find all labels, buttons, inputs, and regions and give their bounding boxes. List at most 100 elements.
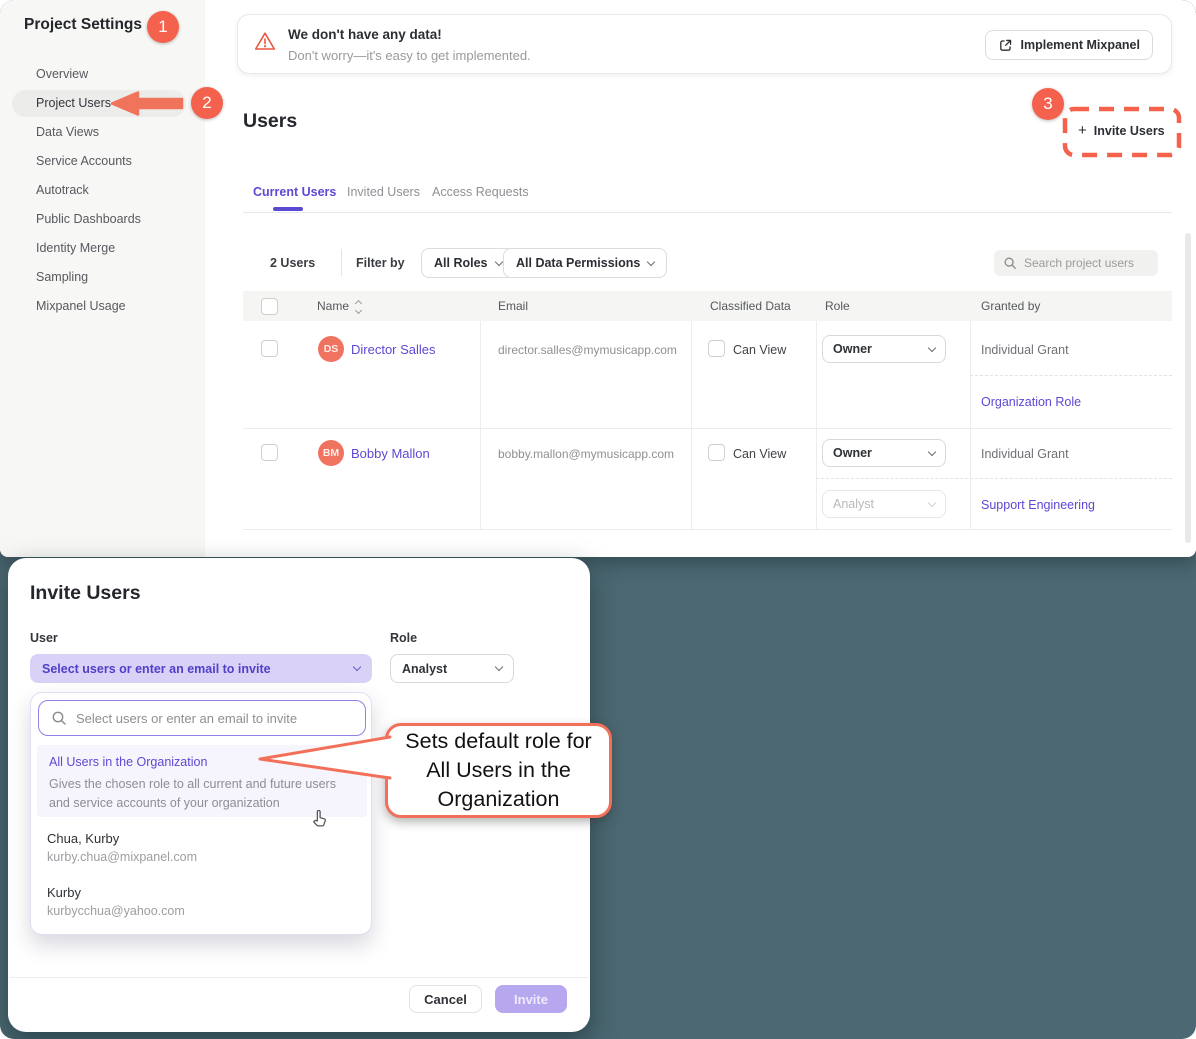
granted-by-value: Individual Grant [981,447,1069,461]
chevron-down-icon [495,663,503,671]
scrollbar[interactable] [1185,233,1191,543]
annotation-badge-3: 3 [1032,88,1064,120]
sidebar-item-data-views[interactable]: Data Views [36,125,99,139]
divider [341,249,342,276]
banner-title: We don't have any data! [288,27,442,42]
column-divider [691,321,692,530]
sidebar-title: Project Settings [24,16,142,34]
user-count: 2 Users [270,256,315,270]
tabs-divider [243,212,1172,213]
implement-mixpanel-label: Implement Mixpanel [1021,38,1140,52]
user-select-dropdown[interactable]: Select users or enter an email to invite [30,654,372,683]
option-user-email: kurbycchua@yahoo.com [47,904,185,918]
sort-icon[interactable] [356,301,361,313]
option-all-users-org-title: All Users in the Organization [49,755,207,769]
modal-title: Invite Users [30,582,141,605]
organization-role-link[interactable]: Organization Role [981,395,1081,409]
sidebar-item-overview[interactable]: Overview [36,67,88,81]
permissions-filter-label: All Data Permissions [516,256,640,270]
users-table: Name Email Classified Data Role Granted … [243,291,1172,530]
option-user-name[interactable]: Chua, Kurby [47,831,119,846]
annotation-callout: Sets default role for All Users in the O… [385,723,612,818]
user-email: bobby.mallon@mymusicapp.com [498,447,674,461]
hand-cursor-icon [308,808,330,835]
column-header-classified: Classified Data [710,299,791,313]
user-name-link[interactable]: Bobby Mallon [351,446,430,461]
chevron-down-icon [494,257,502,265]
sidebar-item-project-users[interactable]: Project Users [36,96,111,110]
option-user-email: kurby.chua@mixpanel.com [47,850,197,864]
sidebar-item-autotrack[interactable]: Autotrack [36,183,89,197]
column-header-name: Name [317,299,361,313]
role-select-dropdown[interactable]: Analyst [390,654,514,683]
avatar: DS [318,336,344,362]
project-settings-panel: Project Settings Overview Project Users … [0,0,1196,557]
permissions-filter-dropdown[interactable]: All Data Permissions [503,248,667,278]
tab-invited-users[interactable]: Invited Users [347,185,420,199]
column-header-email: Email [498,299,528,313]
user-email: director.salles@mymusicapp.com [498,343,677,357]
annotation-dashed-highlight [1062,106,1182,158]
chevron-down-icon [928,498,936,506]
role-select[interactable]: Owner [822,439,946,467]
user-field-label: User [30,631,58,645]
page-title: Users [243,110,297,133]
sidebar: Project Settings Overview Project Users … [0,0,205,557]
can-view-label: Can View [733,343,786,357]
sidebar-item-public-dashboards[interactable]: Public Dashboards [36,212,141,226]
external-link-icon [998,38,1013,53]
role-select-value: Owner [833,446,872,460]
granted-by-value: Individual Grant [981,343,1069,357]
can-view-checkbox[interactable] [708,340,725,357]
role-field-label: Role [390,631,417,645]
column-divider [970,321,971,530]
no-data-banner: We don't have any data! Don't worry—it's… [237,14,1172,74]
chevron-down-icon [928,447,936,455]
role-select-value: Owner [833,342,872,356]
role-select-value: Analyst [833,497,874,511]
modal-footer-divider [10,977,588,978]
cancel-button[interactable]: Cancel [409,985,482,1013]
roles-filter-dropdown[interactable]: All Roles [421,248,515,278]
role-select-disabled: Analyst [822,490,946,518]
banner-subtitle: Don't worry—it's easy to get implemented… [288,48,531,63]
user-select-value: Select users or enter an email to invite [42,662,271,676]
sub-row-divider [970,375,1172,376]
option-user-name[interactable]: Kurby [47,885,81,900]
chevron-down-icon [647,257,655,265]
search-input[interactable] [1024,256,1144,270]
search-icon [51,710,67,726]
user-name-link[interactable]: Director Salles [351,342,436,357]
tab-access-requests[interactable]: Access Requests [432,185,529,199]
row-divider [243,428,1172,429]
support-engineering-link[interactable]: Support Engineering [981,498,1095,512]
search-project-users[interactable] [994,250,1158,276]
chevron-down-icon [928,343,936,351]
can-view-label: Can View [733,447,786,461]
column-header-role: Role [825,299,850,313]
screenshot-canvas: Project Settings Overview Project Users … [0,0,1196,1039]
role-select[interactable]: Owner [822,335,946,363]
row-checkbox[interactable] [261,340,278,357]
implement-mixpanel-button[interactable]: Implement Mixpanel [985,30,1153,60]
column-divider [480,321,481,530]
annotation-callout-tail [256,728,392,784]
invite-button[interactable]: Invite [495,985,567,1013]
chevron-down-icon [353,663,361,671]
row-checkbox[interactable] [261,444,278,461]
can-view-checkbox[interactable] [708,444,725,461]
avatar: BM [318,440,344,466]
dropdown-search-input[interactable] [76,711,346,726]
filter-by-label: Filter by [356,256,405,270]
annotation-arrow-icon [108,90,186,117]
select-all-checkbox[interactable] [261,298,278,315]
table-bottom-border [243,529,1172,530]
sidebar-item-sampling[interactable]: Sampling [36,270,88,284]
sidebar-item-service-accounts[interactable]: Service Accounts [36,154,132,168]
tab-current-users[interactable]: Current Users [253,185,336,199]
annotation-badge-1: 1 [147,11,179,43]
column-divider [816,321,817,530]
sidebar-item-identity-merge[interactable]: Identity Merge [36,241,115,255]
sub-row-divider [816,478,1172,479]
sidebar-item-mixpanel-usage[interactable]: Mixpanel Usage [36,299,126,313]
